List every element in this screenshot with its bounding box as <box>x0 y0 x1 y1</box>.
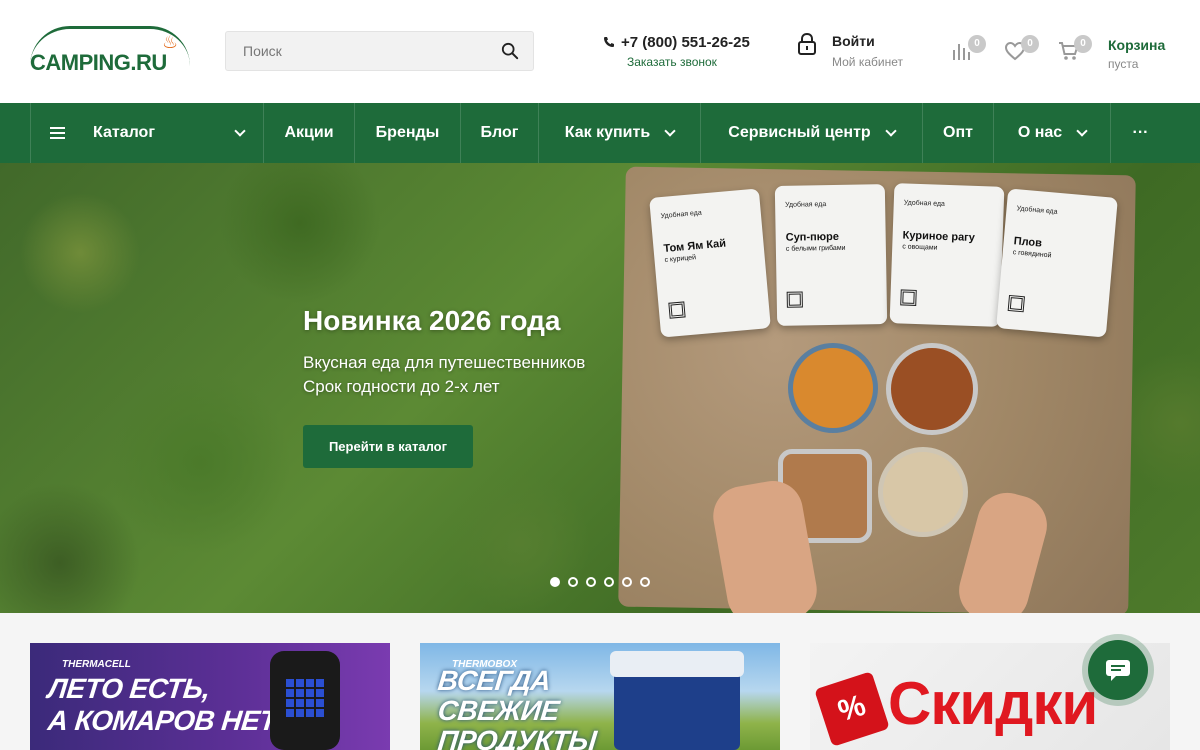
chat-icon <box>1106 660 1130 681</box>
promo-headline: ВСЕГДА <box>436 665 553 696</box>
account-subtitle[interactable]: Мой кабинет <box>832 55 903 69</box>
lock-icon[interactable] <box>796 32 818 56</box>
menu-icon <box>50 124 65 142</box>
nav-wholesale[interactable]: Опт <box>923 103 994 163</box>
phone-icon <box>604 37 614 47</box>
cooler-box-image <box>610 651 744 750</box>
promo-headline: Скидки <box>888 670 1098 737</box>
hero-title: Новинка 2026 года <box>303 305 561 336</box>
qr-code-icon <box>786 291 803 308</box>
promo-headline: ЛЕТО ЕСТЬ, <box>46 673 212 704</box>
repeller-device-image <box>270 651 340 750</box>
nav-catalog-label: Каталог <box>93 124 155 141</box>
login-link[interactable]: Войти <box>832 33 875 49</box>
qr-code-icon <box>668 301 686 319</box>
promo-brand: THERMACELL <box>62 659 131 670</box>
slider-dot[interactable] <box>604 577 614 587</box>
chevron-down-icon <box>234 125 246 137</box>
cart-status: пуста <box>1108 57 1139 71</box>
chevron-down-icon <box>1076 125 1088 137</box>
chevron-down-icon <box>885 125 897 137</box>
promo-headline: СВЕЖИЕ <box>436 695 561 726</box>
nav-more[interactable]: ··· <box>1111 103 1170 163</box>
promo-banner-thermacell[interactable]: THERMACELL ЛЕТО ЕСТЬ, А КОМАРОВ НЕТ <box>30 643 390 750</box>
discount-tag-icon: % <box>814 671 890 747</box>
soup-bowl <box>788 343 878 433</box>
go-to-catalog-button[interactable]: Перейти в каталог <box>303 425 473 468</box>
search-input[interactable] <box>226 32 486 70</box>
site-logo[interactable]: ♨ CAMPING.RU <box>30 26 200 76</box>
nav-service-center[interactable]: Сервисный центр <box>701 103 923 163</box>
promo-banner-thermobox[interactable]: THERMOBOX ВСЕГДА СВЕЖИЕ ПРОДУКТЫ <box>420 643 780 750</box>
chat-button[interactable] <box>1088 640 1148 700</box>
slider-dot[interactable] <box>640 577 650 587</box>
nav-how-to-buy[interactable]: Как купить <box>539 103 701 163</box>
nav-brands[interactable]: Бренды <box>355 103 461 163</box>
compare-count-badge: 0 <box>968 35 986 53</box>
search-icon[interactable] <box>501 42 519 60</box>
product-pouch: Удобная еда Куриное рагу с овощами <box>889 183 1005 327</box>
chevron-down-icon <box>664 125 676 137</box>
hero-subtitle-2: Срок годности до 2-х лет <box>303 377 500 396</box>
cart-count-badge: 0 <box>1074 35 1092 53</box>
promo-headline: ПРОДУКТЫ <box>436 725 598 750</box>
callback-link[interactable]: Заказать звонок <box>627 55 717 69</box>
product-pouch: Удобная еда Суп-пюре с белыми грибами <box>774 184 888 326</box>
product-pouch: Удобная еда Плов с говядиной <box>996 188 1118 338</box>
slider-dot[interactable] <box>550 577 560 587</box>
puree-bowl <box>878 447 968 537</box>
slider-dot[interactable] <box>568 577 578 587</box>
nav-promotions[interactable]: Акции <box>264 103 355 163</box>
hero-slider: Удобная еда Том Ям Кай с курицей Удобная … <box>0 163 1200 613</box>
nav-blog[interactable]: Блог <box>461 103 539 163</box>
promo-headline: А КОМАРОВ НЕТ <box>46 705 278 736</box>
nav-catalog[interactable]: Каталог <box>31 103 264 163</box>
qr-code-icon <box>900 289 917 306</box>
phone-number[interactable]: +7 (800) 551-26-25 <box>603 34 750 51</box>
slider-dot[interactable] <box>622 577 632 587</box>
logo-text: CAMPING.RU <box>30 50 167 75</box>
favorites-count-badge: 0 <box>1021 35 1039 53</box>
product-pouch: Удобная еда Том Ям Кай с курицей <box>649 188 771 338</box>
slider-dot[interactable] <box>586 577 596 587</box>
qr-code-icon <box>1007 294 1025 313</box>
slider-pagination <box>550 577 650 587</box>
search-box <box>225 31 534 71</box>
cart-link[interactable]: Корзина <box>1108 37 1165 53</box>
stew-bowl <box>886 343 978 435</box>
site-header: ♨ CAMPING.RU +7 (800) 551-26-25 Заказать… <box>0 0 1200 103</box>
hero-subtitle-1: Вкусная еда для путешественников <box>303 353 586 372</box>
main-nav: Каталог Акции Бренды Блог Как купить Сер… <box>0 103 1200 163</box>
nav-about[interactable]: О нас <box>994 103 1111 163</box>
